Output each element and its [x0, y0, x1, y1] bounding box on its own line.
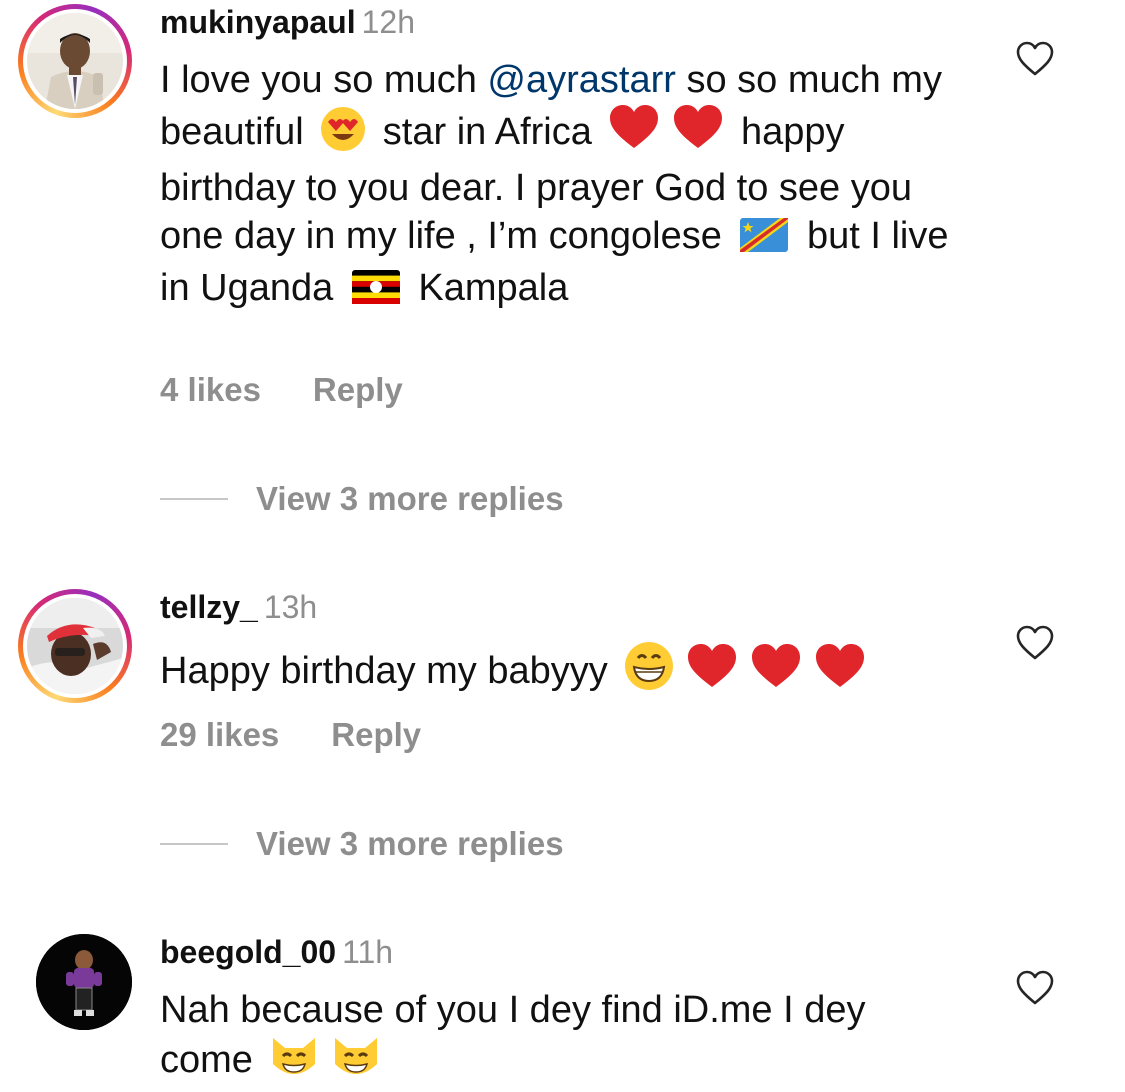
heart-outline-icon[interactable] [1016, 625, 1054, 661]
comment-meta: 29 likes Reply [160, 716, 421, 754]
view-more-replies-button[interactable]: View 3 more replies [160, 480, 564, 518]
mention-link[interactable]: @ayrastarr [487, 59, 676, 101]
avatar-frame [23, 9, 127, 113]
comment-text-segment: star in Africa [372, 111, 603, 153]
grinning-face-emoji [624, 641, 674, 703]
timestamp: 13h [263, 589, 318, 625]
avatar [27, 598, 123, 694]
comment-text: Happy birthday my babyyy [160, 641, 950, 703]
comment-text-segment: Nah because of you I dey find iD.me I de… [160, 989, 866, 1081]
timestamp: 11h [342, 934, 394, 970]
comment-text-segment: I love you so much [160, 59, 488, 101]
comment-header: beegold_00 11h [160, 934, 393, 970]
heart-outline-icon[interactable] [1016, 41, 1054, 77]
avatar-frame [23, 594, 127, 698]
timestamp: 12h [361, 4, 415, 40]
view-replies-label: View 3 more replies [256, 480, 564, 517]
grinning-cat-emoji [269, 1034, 319, 1092]
comment-text-segment: Happy birthday my babyyy [160, 650, 619, 692]
uganda-flag-emoji [351, 268, 400, 316]
comment-header: mukinyapaul 12h [160, 4, 415, 40]
comment-text-segment: Kampala [407, 267, 569, 309]
reply-button[interactable]: Reply [331, 716, 421, 753]
congo-flag-emoji [740, 216, 789, 264]
username-link[interactable]: tellzy_ [160, 589, 258, 625]
story-ring-avatar[interactable] [18, 589, 132, 703]
comment-header: tellzy_ 13h [160, 589, 317, 625]
likes-count[interactable]: 29 likes [160, 716, 279, 753]
username-link[interactable]: beegold_00 [160, 934, 336, 970]
comment-text: I love you so much @ayrastarr so so much… [160, 56, 950, 316]
comment-item: mukinyapaul 12h I love you so much @ayras… [0, 0, 1125, 560]
avatar[interactable] [36, 934, 132, 1030]
grinning-cat-emoji [331, 1034, 381, 1092]
reply-button[interactable]: Reply [313, 371, 403, 408]
red-heart-emoji [608, 104, 660, 162]
story-ring-avatar[interactable] [18, 4, 132, 118]
red-heart-emoji [686, 643, 738, 701]
avatar [27, 13, 123, 109]
red-heart-emoji [814, 643, 866, 701]
red-heart-emoji [672, 104, 724, 162]
view-more-replies-button[interactable]: View 3 more replies [160, 825, 564, 863]
username-link[interactable]: mukinyapaul [160, 4, 356, 40]
view-replies-label: View 3 more replies [256, 825, 564, 862]
heart-eyes-emoji [320, 106, 366, 164]
replies-divider [160, 498, 228, 500]
likes-count[interactable]: 4 likes [160, 371, 261, 408]
replies-divider [160, 843, 228, 845]
red-heart-emoji [750, 643, 802, 701]
heart-outline-icon[interactable] [1016, 970, 1054, 1006]
comment-text: Nah because of you I dey find iD.me I de… [160, 986, 950, 1092]
comment-meta: 4 likes Reply [160, 371, 403, 409]
